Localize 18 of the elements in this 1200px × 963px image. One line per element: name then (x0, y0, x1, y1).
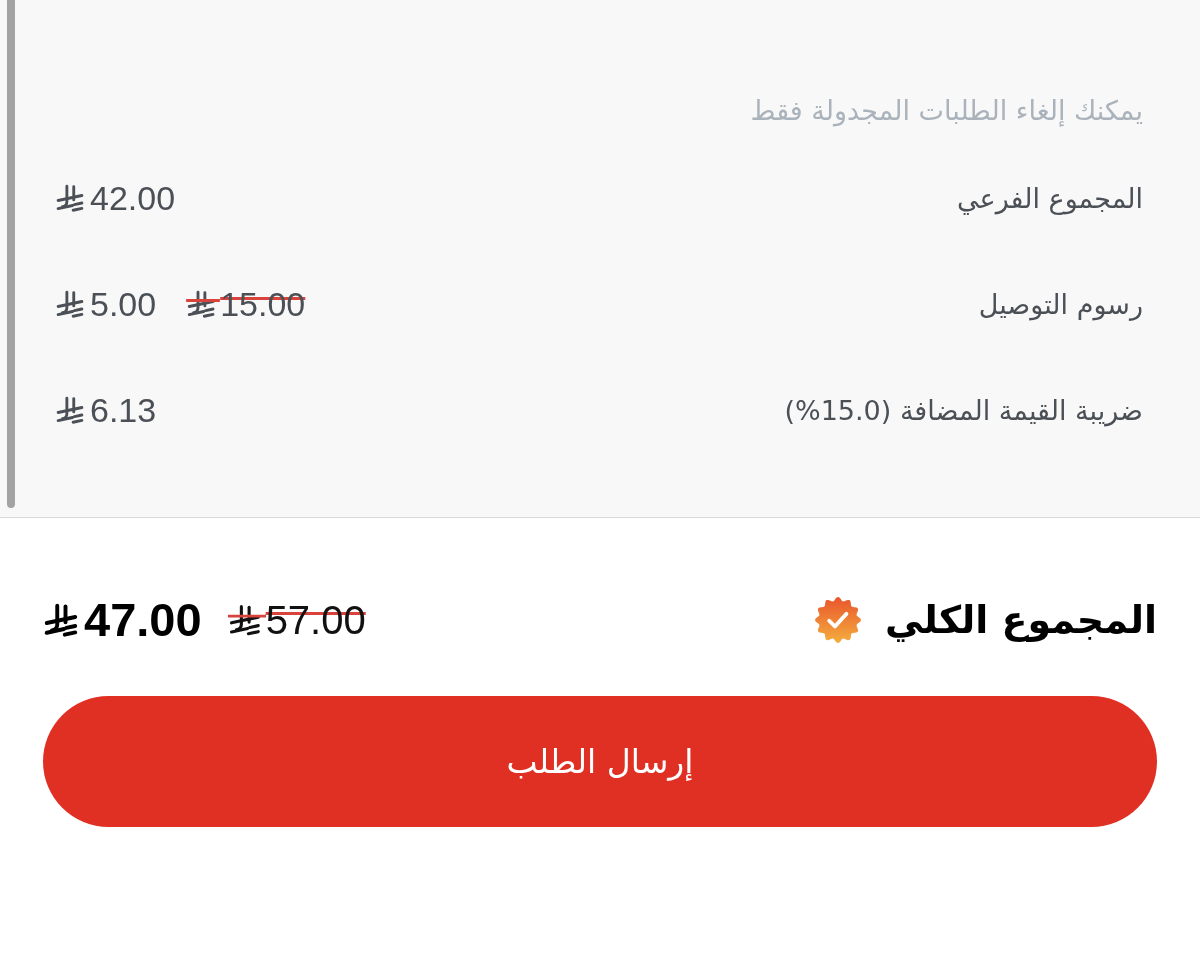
price-value: 5.00 (90, 283, 157, 325)
struck-currency-sign-icon (186, 289, 221, 319)
total-price: 47.00 (84, 591, 202, 648)
verified-badge-icon (815, 597, 861, 643)
currency-sign-icon (43, 602, 79, 638)
line-label: المجموع الفرعي (957, 182, 1143, 214)
total-label: المجموع الكلي (885, 598, 1157, 642)
submit-order-button[interactable]: إرسال الطلب (43, 696, 1157, 827)
scrollbar-thumb[interactable] (7, 0, 15, 508)
price-value: 42.00 (90, 177, 176, 219)
line-label: رسوم التوصيل (978, 288, 1143, 320)
line-label: ضريبة القيمة المضافة (15.0%) (784, 394, 1143, 426)
currency-sign-icon (55, 395, 85, 425)
currency-sign-icon (55, 183, 85, 213)
currency-sign-icon (55, 289, 85, 319)
price-value: 6.13 (90, 389, 157, 431)
note-text: يمكنك إلغاء الطلبات المجدولة فقط (749, 94, 1143, 129)
struck-currency-sign-icon (227, 603, 266, 637)
